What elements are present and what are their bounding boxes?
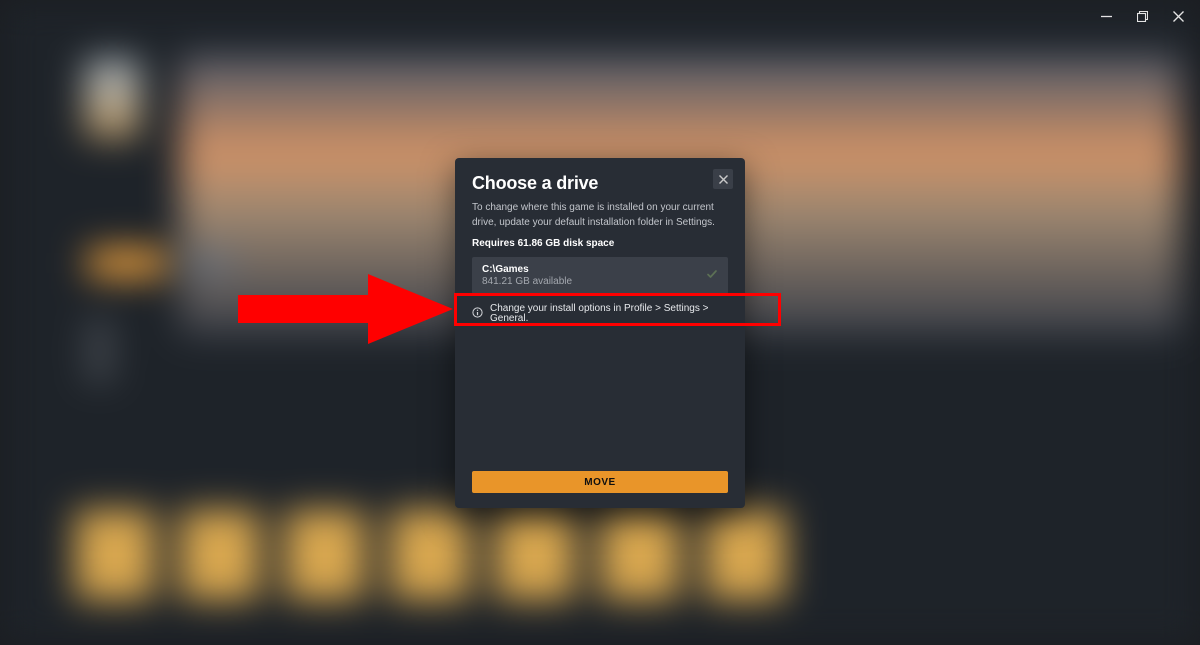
info-hint-text: Change your install options in Profile >… bbox=[490, 304, 728, 324]
dialog-description: To change where this game is installed o… bbox=[455, 200, 745, 238]
info-hint-row: Change your install options in Profile >… bbox=[472, 302, 728, 326]
drive-option[interactable]: C:\Games 841.21 GB available bbox=[472, 257, 728, 294]
dialog-footer: MOVE bbox=[455, 459, 745, 508]
drive-path: C:\Games bbox=[482, 264, 718, 275]
minimize-icon bbox=[1101, 11, 1112, 22]
move-button[interactable]: MOVE bbox=[472, 471, 728, 493]
choose-drive-dialog: Choose a drive To change where this game… bbox=[455, 158, 745, 508]
close-button[interactable] bbox=[1171, 9, 1185, 23]
window-controls bbox=[1089, 5, 1195, 27]
restore-button[interactable] bbox=[1135, 9, 1149, 23]
info-icon bbox=[472, 305, 483, 323]
close-icon bbox=[1173, 11, 1184, 22]
dialog-title: Choose a drive bbox=[472, 173, 728, 194]
drive-available: 841.21 GB available bbox=[482, 276, 718, 287]
minimize-button[interactable] bbox=[1099, 9, 1113, 23]
close-icon bbox=[719, 175, 728, 184]
check-icon bbox=[706, 267, 718, 285]
move-button-label: MOVE bbox=[584, 477, 615, 488]
required-space-label: Requires 61.86 GB disk space bbox=[455, 238, 745, 257]
dialog-close-button[interactable] bbox=[713, 169, 733, 189]
restore-icon bbox=[1137, 11, 1148, 22]
dialog-header: Choose a drive bbox=[455, 158, 745, 200]
